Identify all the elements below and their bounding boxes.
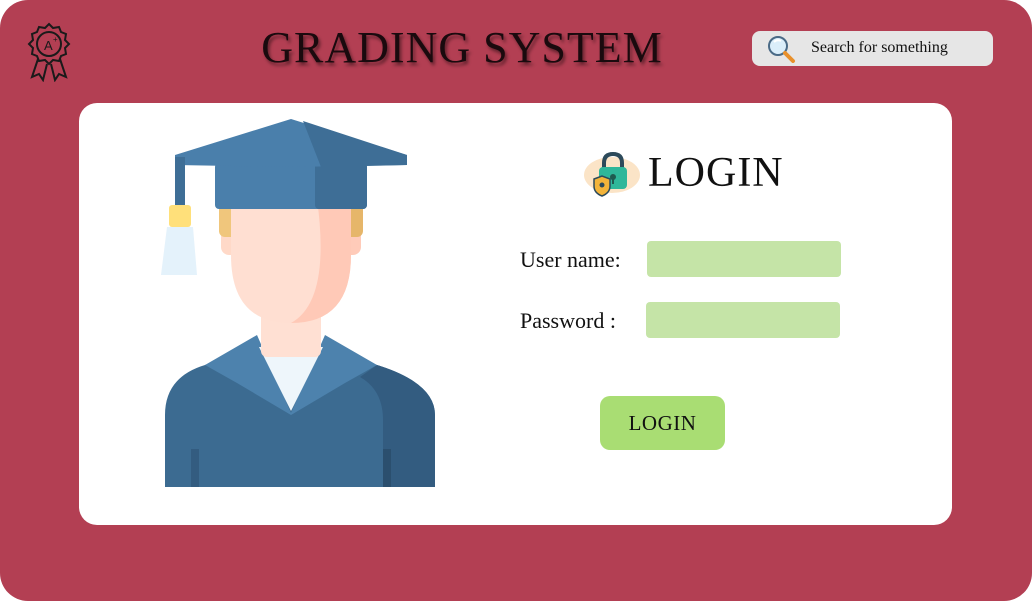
username-field[interactable]: [647, 241, 841, 277]
password-label: Password :: [520, 308, 616, 333]
search-icon[interactable]: [766, 35, 796, 63]
graduate-student-illustration: [161, 119, 435, 487]
password-field[interactable]: [646, 302, 840, 338]
app-window: A + GRADING SYSTEM Search for something: [0, 0, 1032, 601]
app-title: GRADING SYSTEM: [261, 23, 663, 72]
login-heading-group: LOGIN: [582, 149, 802, 199]
login-button[interactable]: LOGIN: [600, 396, 725, 450]
login-card: LOGIN User name: Password : LOGIN: [79, 103, 952, 525]
username-label: User name:: [520, 247, 621, 272]
search-bar[interactable]: Search for something: [752, 31, 993, 66]
lock-shield-icon: [584, 151, 640, 197]
svg-text:+: +: [53, 35, 58, 44]
award-badge-icon: A +: [27, 22, 71, 82]
login-heading: LOGIN: [648, 150, 784, 196]
svg-text:A: A: [44, 38, 53, 53]
search-input[interactable]: Search for something: [811, 39, 948, 57]
